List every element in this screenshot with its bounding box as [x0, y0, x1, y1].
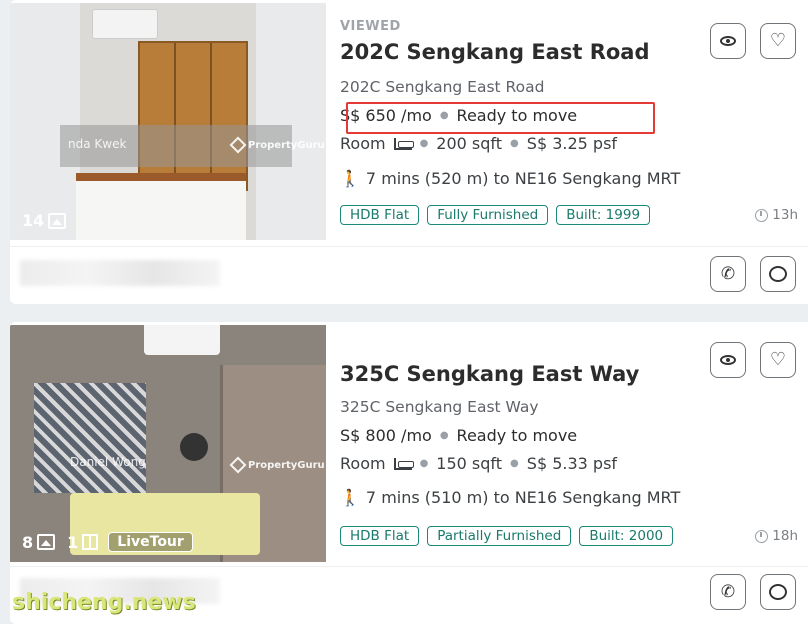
walk-icon: 🚶	[340, 488, 360, 507]
brand-watermark: PropertyGuru	[229, 136, 325, 154]
bed-icon	[393, 457, 414, 470]
availability: Ready to move	[456, 426, 578, 445]
separator-dot: ●	[439, 430, 449, 441]
spec-row: Room ● 150 sqft ● S$ 5.33 psf	[340, 454, 617, 473]
eye-icon	[720, 355, 736, 365]
listing-psf: S$ 3.25 psf	[526, 134, 618, 153]
listing-photo[interactable]: nda Kwek PropertyGuru 14	[10, 3, 326, 240]
separator-dot: ●	[419, 458, 429, 469]
photo-wardrobe	[138, 41, 248, 191]
image-icon	[48, 212, 67, 229]
hide-listing-button[interactable]	[710, 342, 746, 378]
agent-info-blurred	[20, 260, 220, 286]
brand-watermark-text: PropertyGuru	[248, 460, 325, 471]
mrt-row: 🚶 7 mins (510 m) to NE16 Sengkang MRT	[340, 488, 680, 507]
photo-aircon	[92, 9, 158, 39]
photo-count-value: 14	[22, 211, 45, 230]
separator-dot: ●	[510, 138, 519, 149]
heart-icon: ♡	[769, 349, 787, 370]
photo-count[interactable]: 8 1 LiveTour	[22, 532, 193, 552]
room-type: Room	[340, 134, 386, 153]
call-agent-button[interactable]: ✆	[710, 574, 746, 610]
photo-fan	[180, 433, 208, 461]
save-listing-button[interactable]: ♡	[760, 23, 796, 59]
room-type: Room	[340, 454, 386, 473]
hide-listing-button[interactable]	[710, 23, 746, 59]
tag-property-type: HDB Flat	[340, 526, 420, 546]
card-divider	[10, 246, 808, 247]
brand-watermark-text: PropertyGuru	[248, 140, 325, 151]
listing-title[interactable]: 325C Sengkang East Way	[340, 362, 639, 386]
card-divider	[10, 566, 808, 567]
photo-count-value: 8	[22, 532, 34, 552]
posted-time: 13h	[755, 207, 798, 223]
time-ago: 18h	[772, 528, 798, 544]
phone-icon: ✆	[720, 582, 736, 602]
viewed-label: VIEWED	[340, 19, 401, 34]
clock-icon	[755, 208, 769, 222]
tag-built-year: Built: 1999	[556, 205, 651, 225]
price-highlight-box	[346, 102, 655, 134]
listing-title[interactable]: 202C Sengkang East Road	[340, 40, 650, 64]
brand-watermark: PropertyGuru	[229, 456, 325, 474]
posted-time: 18h	[755, 528, 798, 544]
mrt-distance: 7 mins (520 m) to NE16 Sengkang MRT	[365, 169, 681, 188]
propertyguru-logo-icon	[229, 456, 247, 474]
clock-icon	[755, 529, 769, 543]
listing-address: 325C Sengkang East Way	[340, 398, 539, 416]
chat-icon	[769, 266, 787, 282]
eye-icon	[720, 36, 736, 46]
listing-address: 202C Sengkang East Road	[340, 78, 545, 96]
mrt-distance: 7 mins (510 m) to NE16 Sengkang MRT	[365, 488, 681, 507]
floorplan-icon	[82, 534, 99, 550]
image-icon	[37, 534, 56, 550]
listing-card[interactable]: Daniel Wong PropertyGuru 8 1 LiveTour 32…	[10, 322, 808, 624]
photo-bed	[76, 173, 246, 240]
spec-row: Room ● 200 sqft ● S$ 3.25 psf	[340, 134, 617, 153]
photo-ceiling-light	[144, 325, 220, 355]
save-listing-button[interactable]: ♡	[760, 342, 796, 378]
tag-furnishing: Fully Furnished	[427, 205, 549, 225]
walk-icon: 🚶	[340, 169, 360, 188]
separator-dot: ●	[510, 458, 519, 469]
mrt-row: 🚶 7 mins (520 m) to NE16 Sengkang MRT	[340, 169, 680, 188]
agent-watermark: nda Kwek	[68, 137, 127, 151]
listing-psf: S$ 5.33 psf	[526, 454, 618, 473]
tag-built-year: Built: 2000	[579, 526, 674, 546]
photo-window-blind	[34, 383, 146, 493]
tag-furnishing: Partially Furnished	[427, 526, 572, 546]
heart-icon: ♡	[769, 30, 787, 51]
call-agent-button[interactable]: ✆	[710, 256, 746, 292]
listing-price: S$ 800 /mo	[340, 426, 432, 445]
tag-list: HDB Flat Partially Furnished Built: 2000	[340, 526, 674, 546]
listing-card[interactable]: nda Kwek PropertyGuru 14 VIEWED 202C Sen…	[10, 0, 808, 304]
livetour-badge[interactable]: LiveTour	[108, 532, 193, 552]
agent-watermark: Daniel Wong	[70, 455, 146, 469]
message-agent-button[interactable]	[760, 256, 796, 292]
listing-size: 150 sqft	[436, 454, 503, 473]
tag-list: HDB Flat Fully Furnished Built: 1999	[340, 205, 651, 225]
message-agent-button[interactable]	[760, 574, 796, 610]
propertyguru-logo-icon	[229, 136, 247, 154]
photo-count[interactable]: 14	[22, 211, 67, 230]
price-row: S$ 800 /mo ● Ready to move	[340, 426, 577, 445]
separator-dot: ●	[419, 138, 429, 149]
chat-icon	[769, 584, 787, 600]
time-ago: 13h	[772, 207, 798, 223]
listing-photo[interactable]: Daniel Wong PropertyGuru 8 1 LiveTour	[10, 325, 326, 562]
site-watermark: shicheng.news	[12, 590, 196, 615]
listing-size: 200 sqft	[436, 134, 503, 153]
bed-icon	[393, 137, 414, 150]
floorplan-count-value: 1	[67, 532, 79, 552]
phone-icon: ✆	[720, 264, 736, 284]
tag-property-type: HDB Flat	[340, 205, 420, 225]
